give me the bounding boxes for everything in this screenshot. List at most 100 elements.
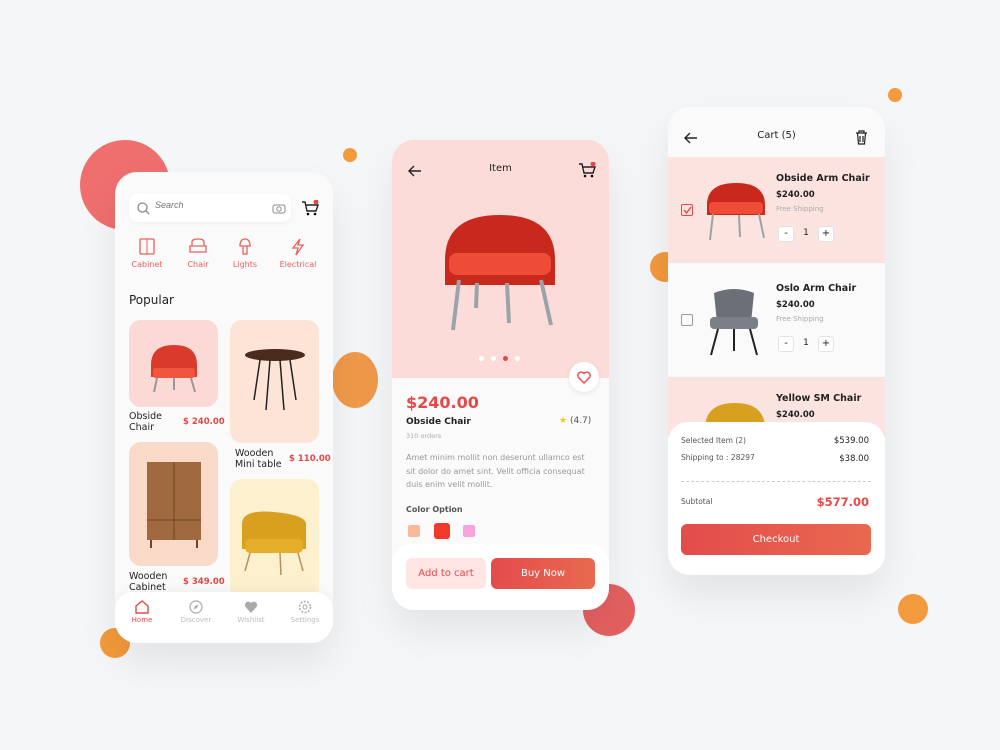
category-lights[interactable]: Lights: [220, 238, 270, 269]
decor-circle: [888, 88, 902, 102]
product-card[interactable]: [230, 320, 319, 443]
checkout-button[interactable]: Checkout: [681, 524, 871, 555]
nav-wishlist[interactable]: Wishlist: [227, 600, 275, 624]
product-price: $ 240.00: [183, 417, 225, 427]
item-name: Obside Chair: [406, 417, 471, 427]
qty-value: 1: [803, 338, 809, 348]
screen-title: Item: [489, 163, 512, 174]
item-name: Yellow SM Chair: [776, 393, 862, 404]
nav-label: Wishlist: [237, 616, 265, 624]
category-electrical[interactable]: Electrical: [273, 238, 323, 269]
cabinet-icon: [139, 238, 155, 255]
category-label: Cabinet: [131, 260, 163, 269]
nav-discover[interactable]: Discover: [172, 600, 220, 624]
lightning-icon: [291, 238, 305, 256]
table-image: [245, 349, 305, 411]
nav-settings[interactable]: Settings: [281, 600, 329, 624]
cart-item: Oslo Arm Chair $240.00 Free Shipping - 1…: [668, 263, 885, 377]
add-to-cart-button[interactable]: Add to cart: [406, 558, 486, 589]
chair-image: [151, 345, 197, 393]
item-checkbox[interactable]: [681, 314, 693, 326]
search-input[interactable]: [155, 200, 255, 210]
product-name: Mini table: [235, 459, 282, 470]
selected-items-label: Selected Item (2): [681, 436, 746, 445]
star-icon: ★: [559, 416, 568, 426]
color-swatch-selected[interactable]: [434, 523, 450, 539]
heart-icon: [244, 601, 258, 613]
item-price: $240.00: [776, 410, 815, 420]
product-card[interactable]: [129, 442, 218, 566]
decrease-qty-button[interactable]: -: [778, 226, 794, 242]
section-title: Popular: [129, 293, 174, 307]
cart-icon[interactable]: [301, 200, 319, 217]
rating: ★ (4.7): [559, 416, 591, 426]
decor-circle: [343, 148, 357, 162]
compass-icon: [189, 600, 203, 614]
item-checkbox-checked[interactable]: [681, 204, 693, 216]
category-chair[interactable]: Chair: [173, 238, 223, 269]
category-label: Chair: [187, 260, 209, 269]
item-name: Oslo Arm Chair: [776, 283, 857, 294]
product-name: Wooden: [129, 571, 168, 582]
cabinet-image: [147, 462, 201, 548]
nav-label: Settings: [290, 616, 320, 624]
camera-icon[interactable]: [272, 202, 286, 214]
product-name: Obside: [129, 411, 162, 422]
buy-now-button[interactable]: Buy Now: [491, 558, 595, 589]
item-hero: Item: [392, 140, 609, 378]
shipping-note: Free Shipping: [776, 205, 824, 213]
category-label: Electrical: [279, 260, 317, 269]
selected-items-value: $539.00: [833, 436, 869, 446]
nav-label: Discover: [180, 616, 212, 624]
shipping-value: $38.00: [839, 454, 869, 464]
color-option-label: Color Option: [406, 505, 463, 514]
decor-circle: [332, 352, 378, 408]
home-screen: Cabinet Chair Lights Electrical Popular …: [115, 172, 333, 643]
color-swatch[interactable]: [408, 525, 420, 537]
order-summary: Selected Item (2) $539.00 Shipping to : …: [668, 422, 885, 575]
orders-count: 310 orders: [406, 432, 442, 440]
category-cabinet[interactable]: Cabinet: [122, 238, 172, 269]
product-card[interactable]: [129, 320, 218, 407]
item-screen: Item $240.00 Obside Chair ★ (4.7) 310 or…: [392, 140, 609, 610]
product-card[interactable]: [230, 479, 319, 599]
chair-image: [707, 183, 765, 241]
subtotal-label: Subtotal: [681, 497, 713, 506]
search-bar[interactable]: [129, 194, 291, 222]
product-name: Chair: [129, 422, 155, 433]
heart-icon: [577, 371, 591, 384]
qty-value: 1: [803, 228, 809, 238]
yellow-chair-image: [242, 511, 306, 576]
item-name: Obside Arm Chair: [776, 173, 870, 184]
increase-qty-button[interactable]: +: [818, 226, 834, 242]
decrease-qty-button[interactable]: -: [778, 336, 794, 352]
product-name: Wooden: [235, 448, 274, 459]
bottom-nav: Home Discover Wishlist Settings: [115, 592, 333, 643]
divider: [681, 481, 871, 482]
chair-icon: [189, 238, 207, 253]
item-price: $240.00: [776, 190, 815, 200]
cart-icon[interactable]: [578, 162, 596, 179]
grey-chair-image: [710, 289, 758, 356]
rating-value: (4.7): [569, 416, 592, 426]
product-price: $ 110.00: [289, 454, 331, 464]
product-price: $ 349.00: [183, 577, 225, 587]
nav-home[interactable]: Home: [118, 600, 166, 624]
action-bar: Add to cart Buy Now: [392, 544, 609, 610]
chair-image: [445, 215, 555, 331]
decor-circle: [898, 594, 928, 624]
item-price: $240.00: [406, 393, 479, 412]
nav-label: Home: [131, 616, 153, 624]
trash-icon[interactable]: [855, 130, 868, 145]
shipping-note: Free Shipping: [776, 315, 824, 323]
lamp-icon: [239, 238, 251, 255]
wishlist-button[interactable]: [569, 362, 599, 392]
subtotal-value: $577.00: [816, 495, 869, 509]
search-icon: [137, 202, 150, 215]
item-price: $240.00: [776, 300, 815, 310]
shipping-label: Shipping to : 28297: [681, 453, 755, 462]
color-swatch[interactable]: [463, 525, 475, 537]
increase-qty-button[interactable]: +: [818, 336, 834, 352]
check-icon: [683, 206, 692, 214]
cart-screen: Cart (5) Obside Arm Chair $240.00 Free S…: [668, 107, 885, 575]
